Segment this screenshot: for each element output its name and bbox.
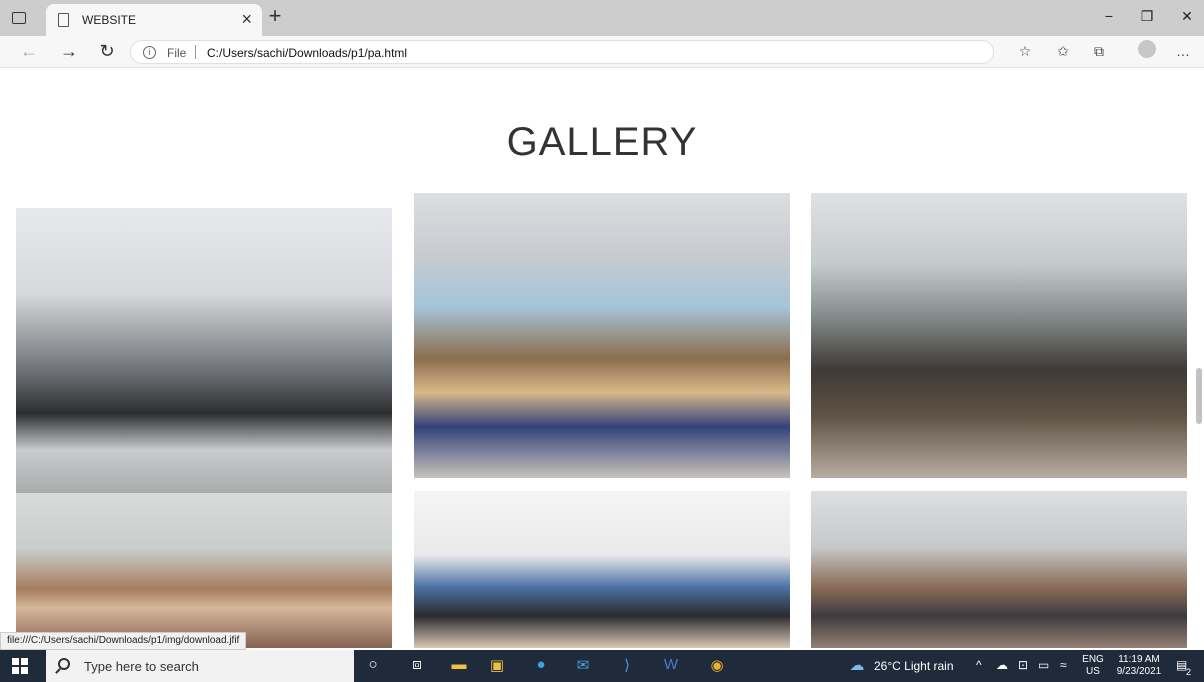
taskbar-search-box[interactable]: Type here to search [46, 650, 354, 682]
tab-title: WEBSITE [82, 13, 137, 27]
chrome-icon[interactable]: ◉ [706, 656, 728, 676]
tab-close-icon[interactable]: × [241, 9, 252, 30]
search-icon [58, 658, 70, 670]
meet-icon[interactable]: ⊡ [1018, 658, 1028, 672]
more-menu-icon[interactable]: … [1172, 43, 1194, 59]
favorites-icon[interactable]: ✩ [1052, 43, 1074, 60]
gallery-photo-group-work[interactable] [414, 491, 790, 648]
url-separator [195, 45, 196, 59]
new-tab-button[interactable]: + [262, 3, 288, 29]
back-arrow-icon[interactable]: ← [16, 41, 42, 62]
store-icon[interactable]: ▣ [486, 656, 508, 676]
cloud-icon[interactable]: ☁ [996, 658, 1008, 672]
language-bottom: US [1086, 666, 1100, 677]
address-bar[interactable]: i File C:/Users/sachi/Downloads/p1/pa.ht… [130, 40, 994, 64]
profile-avatar[interactable] [1138, 40, 1156, 58]
link-status-bar: file:///C:/Users/sachi/Downloads/p1/img/… [0, 632, 247, 650]
browser-tab-bar: WEBSITE × + − ❐ ✕ [0, 0, 1204, 36]
page-title: GALLERY [506, 120, 698, 164]
search-placeholder: Type here to search [84, 659, 199, 674]
clock-time: 11:19 AM [1118, 654, 1160, 665]
edge-browser-icon[interactable]: ● [530, 656, 552, 676]
battery-icon[interactable]: ▭ [1038, 658, 1049, 672]
word-icon[interactable]: W [660, 656, 682, 676]
windows-start-icon[interactable] [12, 658, 28, 674]
gallery-photo-auditorium[interactable] [811, 491, 1187, 648]
cortana-icon[interactable]: ○ [362, 656, 384, 676]
page-icon [58, 13, 69, 27]
forward-arrow-icon[interactable]: → [56, 41, 82, 62]
close-window-button[interactable]: ✕ [1172, 8, 1202, 25]
gallery-photo-classroom[interactable] [414, 193, 790, 478]
clock[interactable]: 11:19 AM 9/23/2021 [1110, 654, 1168, 678]
url-text[interactable]: C:/Users/sachi/Downloads/p1/pa.html [207, 46, 407, 60]
maximize-button[interactable]: ❐ [1132, 8, 1162, 25]
mail-icon[interactable]: ✉ [572, 656, 594, 676]
vscode-icon[interactable]: ⟩ [616, 656, 638, 676]
wifi-icon[interactable]: ≈ [1060, 658, 1067, 672]
file-explorer-icon[interactable]: ▬ [448, 656, 470, 676]
clock-date: 9/23/2021 [1116, 666, 1162, 677]
notification-count: 2 [1186, 667, 1192, 677]
weather-text[interactable]: 26°C Light rain [874, 659, 954, 673]
language-indicator[interactable]: ENG US [1080, 654, 1106, 678]
browser-toolbar: ← → ↻ i File C:/Users/sachi/Downloads/p1… [0, 36, 1204, 68]
tab-website[interactable]: WEBSITE × [46, 4, 262, 36]
gallery-photo-computer-lab[interactable] [16, 208, 392, 493]
refresh-icon[interactable]: ↻ [94, 41, 120, 62]
gallery-photo-lecture-hall[interactable] [811, 193, 1187, 478]
scrollbar-thumb[interactable] [1196, 368, 1202, 424]
minimize-button[interactable]: − [1094, 8, 1124, 24]
language-top: ENG [1082, 654, 1104, 665]
web-page: GALLERY [0, 68, 1204, 648]
gallery-photo-seminar[interactable] [16, 493, 392, 648]
tab-actions-icon[interactable] [8, 8, 30, 28]
weather-icon[interactable]: ☁ [846, 656, 868, 676]
collections-icon[interactable]: ⧉ [1088, 43, 1110, 60]
task-view-icon[interactable]: ⧈ [406, 656, 428, 676]
info-icon[interactable]: i [143, 46, 156, 59]
file-label: File [167, 46, 187, 60]
windows-taskbar: Type here to search ○ ⧈ ▬ ▣ ● ✉ ⟩ W ◉ ☁ … [0, 650, 1204, 682]
tray-overflow-icon[interactable]: ^ [976, 658, 982, 672]
add-favorite-icon[interactable]: ☆ [1014, 43, 1036, 60]
